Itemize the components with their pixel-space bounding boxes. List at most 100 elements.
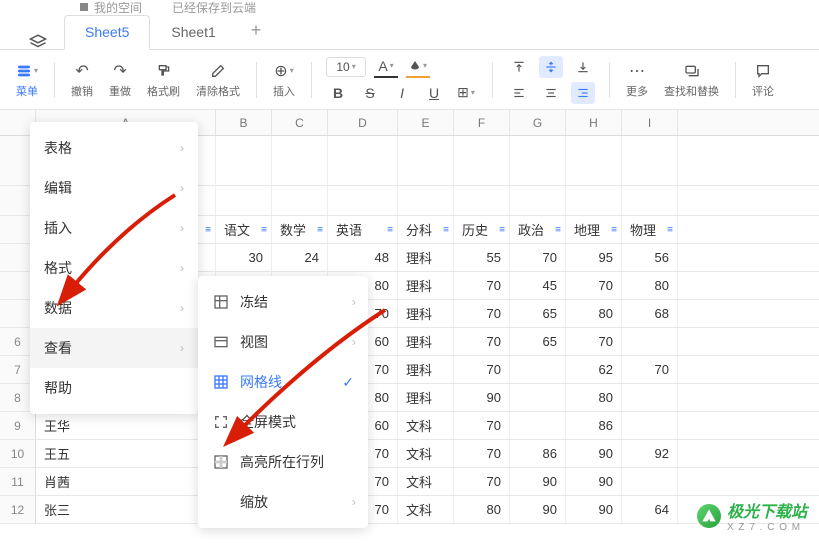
- comments-button[interactable]: 评论: [744, 59, 782, 101]
- row-header[interactable]: 10: [0, 440, 36, 467]
- cell[interactable]: 文科: [398, 412, 454, 439]
- row-header[interactable]: 11: [0, 468, 36, 495]
- cell[interactable]: 70: [454, 412, 510, 439]
- insert-button[interactable]: ⊕▾插入: [265, 59, 303, 101]
- cell[interactable]: 文科: [398, 440, 454, 467]
- align-center-button[interactable]: [539, 82, 563, 104]
- cell[interactable]: [622, 468, 678, 495]
- menu-item-table[interactable]: 表格›: [30, 128, 198, 168]
- format-painter-button[interactable]: 格式刷: [139, 59, 188, 101]
- cell[interactable]: 86: [510, 440, 566, 467]
- cell[interactable]: 24: [272, 244, 328, 271]
- cell[interactable]: 理科: [398, 356, 454, 383]
- menu-item-format[interactable]: 格式›: [30, 248, 198, 288]
- cell[interactable]: 70: [622, 356, 678, 383]
- borders-button[interactable]: ⊞▾: [454, 82, 478, 104]
- cell[interactable]: [510, 412, 566, 439]
- cell[interactable]: [622, 328, 678, 355]
- table-header[interactable]: 地理≡: [566, 216, 622, 243]
- table-header[interactable]: 分科≡: [398, 216, 454, 243]
- filter-icon[interactable]: ≡: [317, 224, 323, 235]
- filter-icon[interactable]: ≡: [205, 224, 211, 235]
- filter-icon[interactable]: ≡: [611, 224, 617, 235]
- tab-add-button[interactable]: +: [237, 12, 276, 49]
- submenu-highlight-rowcol[interactable]: 高亮所在行列: [198, 442, 368, 482]
- filter-icon[interactable]: ≡: [443, 224, 449, 235]
- col-header-E[interactable]: E: [398, 110, 454, 135]
- cell[interactable]: 理科: [398, 384, 454, 411]
- cell[interactable]: 68: [622, 300, 678, 327]
- cell[interactable]: 55: [454, 244, 510, 271]
- col-header-G[interactable]: G: [510, 110, 566, 135]
- cell[interactable]: 90: [510, 496, 566, 523]
- col-header-B[interactable]: B: [216, 110, 272, 135]
- filter-icon[interactable]: ≡: [499, 224, 505, 235]
- align-right-button[interactable]: [571, 82, 595, 104]
- cell[interactable]: 90: [566, 468, 622, 495]
- undo-button[interactable]: ↶撤销: [63, 59, 101, 101]
- cell[interactable]: 45: [510, 272, 566, 299]
- valign-top-button[interactable]: [507, 56, 531, 78]
- tab-sheet5[interactable]: Sheet5: [64, 15, 150, 50]
- table-header[interactable]: 数学≡: [272, 216, 328, 243]
- italic-button[interactable]: I: [390, 82, 414, 104]
- font-color-button[interactable]: A▾: [374, 56, 398, 78]
- cell[interactable]: [510, 384, 566, 411]
- cell[interactable]: 70: [454, 300, 510, 327]
- menu-item-insert[interactable]: 插入›: [30, 208, 198, 248]
- row-header[interactable]: 9: [0, 412, 36, 439]
- row-header[interactable]: 12: [0, 496, 36, 523]
- filter-icon[interactable]: ≡: [261, 224, 267, 235]
- cell[interactable]: [622, 384, 678, 411]
- cell[interactable]: 文科: [398, 468, 454, 495]
- cell[interactable]: 70: [454, 272, 510, 299]
- submenu-gridlines[interactable]: 网格线✓: [198, 362, 368, 402]
- cell[interactable]: 理科: [398, 300, 454, 327]
- cell[interactable]: 肖茜: [36, 468, 216, 495]
- find-replace-button[interactable]: 查找和替换: [656, 59, 727, 101]
- cell[interactable]: 48: [328, 244, 398, 271]
- cell[interactable]: 90: [454, 384, 510, 411]
- col-header-D[interactable]: D: [328, 110, 398, 135]
- submenu-view[interactable]: 视图›: [198, 322, 368, 362]
- tab-sheet1[interactable]: Sheet1: [150, 15, 236, 49]
- table-header[interactable]: 英语≡: [328, 216, 398, 243]
- cell[interactable]: [510, 356, 566, 383]
- cell[interactable]: 62: [566, 356, 622, 383]
- menu-item-help[interactable]: 帮助: [30, 368, 198, 408]
- filter-icon[interactable]: ≡: [555, 224, 561, 235]
- cell[interactable]: 70: [454, 328, 510, 355]
- col-header-H[interactable]: H: [566, 110, 622, 135]
- cell[interactable]: 92: [622, 440, 678, 467]
- menu-item-data[interactable]: 数据›: [30, 288, 198, 328]
- cell[interactable]: 张三: [36, 496, 216, 523]
- cell[interactable]: 理科: [398, 272, 454, 299]
- cell[interactable]: 70: [510, 244, 566, 271]
- cell[interactable]: 文科: [398, 496, 454, 523]
- table-header[interactable]: 历史≡: [454, 216, 510, 243]
- cell[interactable]: 80: [622, 272, 678, 299]
- fill-color-button[interactable]: ▾: [406, 56, 430, 78]
- cell[interactable]: [622, 412, 678, 439]
- filter-icon[interactable]: ≡: [667, 224, 673, 235]
- table-header[interactable]: 政治≡: [510, 216, 566, 243]
- font-size-selector[interactable]: 10 ▾: [326, 57, 366, 77]
- menu-item-view[interactable]: 查看›: [30, 328, 198, 368]
- table-header[interactable]: 语文≡: [216, 216, 272, 243]
- cell[interactable]: 65: [510, 300, 566, 327]
- strikethrough-button[interactable]: S: [358, 82, 382, 104]
- cell[interactable]: 理科: [398, 328, 454, 355]
- cell[interactable]: 70: [454, 356, 510, 383]
- align-left-button[interactable]: [507, 82, 531, 104]
- col-header-I[interactable]: I: [622, 110, 678, 135]
- cell[interactable]: 95: [566, 244, 622, 271]
- cell[interactable]: 70: [454, 468, 510, 495]
- cell[interactable]: 56: [622, 244, 678, 271]
- underline-button[interactable]: U: [422, 82, 446, 104]
- cell[interactable]: 理科: [398, 244, 454, 271]
- clear-format-button[interactable]: 清除格式: [188, 59, 248, 101]
- submenu-zoom[interactable]: 缩放›: [198, 482, 368, 522]
- bold-button[interactable]: B: [326, 82, 350, 104]
- cell[interactable]: 王五: [36, 440, 216, 467]
- cell[interactable]: 90: [566, 440, 622, 467]
